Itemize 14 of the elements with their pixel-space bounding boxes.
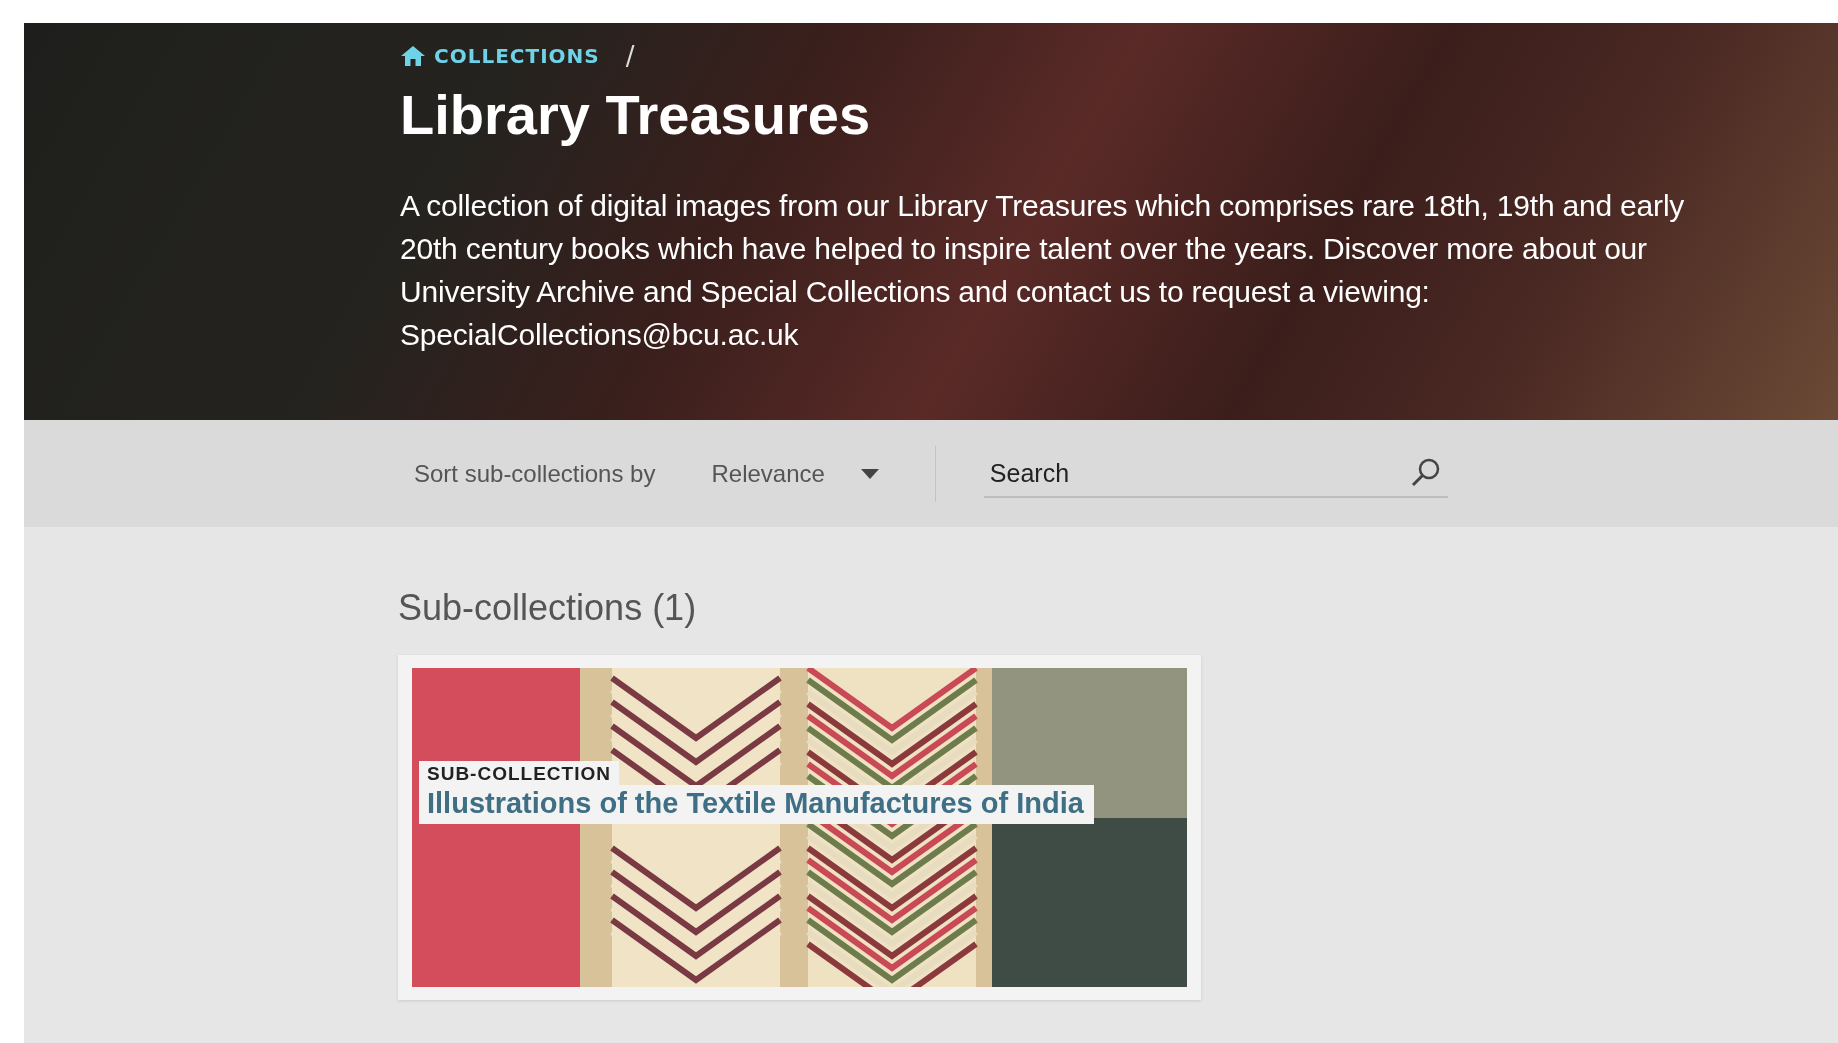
- page-title: Library Treasures: [400, 82, 872, 148]
- home-icon: [400, 45, 426, 67]
- sub-collection-card[interactable]: SUB-COLLECTION Illustrations of the Textile Manufactures of India: [398, 655, 1201, 1000]
- collection-description: A collection of digital images from our Library Treasures which comprises rare 18th, 19th and early 20th century books which have helped to inspire talent over the years. Discover more about our University Archive and Special Collections and contact us to request a viewing: SpecialCollections@bcu.ac.uk: [400, 187, 1686, 353]
- collections-breadcrumb-link[interactable]: COLLECTIONS: [400, 44, 600, 68]
- sort-dropdown[interactable]: Relevance: [711, 455, 879, 492]
- search-field[interactable]: Search: [983, 449, 1448, 498]
- search-icon: [1409, 457, 1442, 489]
- caret-icon: [860, 468, 879, 479]
- card-title: Illustrations of the Textile Manufactures of India: [419, 785, 1094, 824]
- card-tag: SUB-COLLECTION: [419, 761, 619, 785]
- section-heading: Sub-collections (1): [398, 587, 698, 629]
- sort-label: Sort sub-collections by: [414, 459, 656, 488]
- breadcrumb-separator: /: [625, 41, 635, 71]
